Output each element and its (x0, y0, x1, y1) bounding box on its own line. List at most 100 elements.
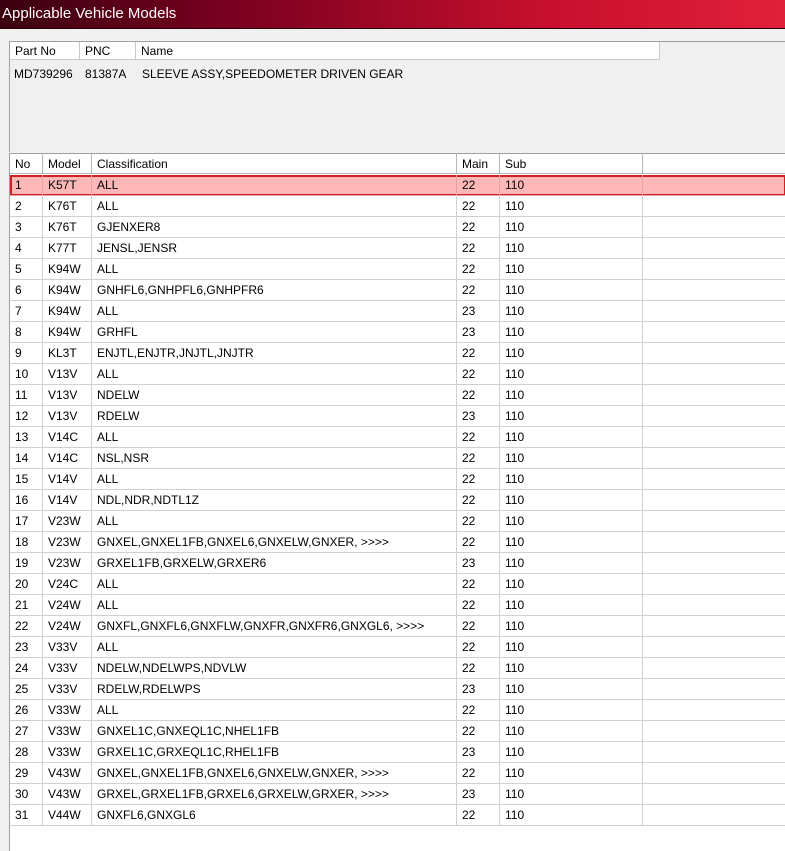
parts-col-part-no[interactable]: Part No (10, 42, 80, 60)
part-no: MD739296 (14, 67, 73, 81)
table-row[interactable]: 19 V23W GRXEL1FB,GRXELW,GRXER6 23 110 (10, 553, 785, 574)
row-main: 22 (457, 805, 500, 826)
row-classification: JENSL,JENSR (92, 238, 457, 259)
row-filler (643, 196, 785, 217)
table-row[interactable]: 8 K94W GRHFL 23 110 (10, 322, 785, 343)
row-model: V44W (43, 805, 92, 826)
row-model: V13V (43, 364, 92, 385)
parts-col-name[interactable]: Name (136, 42, 660, 60)
row-classification: ALL (92, 259, 457, 280)
table-row[interactable]: 3 K76T GJENXER8 22 110 (10, 217, 785, 238)
row-model: V33W (43, 721, 92, 742)
table-row[interactable]: 30 V43W GRXEL,GRXEL1FB,GRXEL6,GRXELW,GRXER… (10, 784, 785, 805)
col-header-main[interactable]: Main (457, 154, 500, 174)
row-sub: 110 (500, 217, 643, 238)
table-row[interactable]: 10 V13V ALL 22 110 (10, 364, 785, 385)
row-sub: 110 (500, 742, 643, 763)
table-row[interactable]: 1 K57T ALL 22 110 (10, 175, 785, 196)
row-classification: GJENXER8 (92, 217, 457, 238)
row-classification: GNXEL1C,GNXEQL1C,NHEL1FB (92, 721, 457, 742)
row-no: 18 (10, 532, 43, 553)
table-row[interactable]: 22 V24W GNXFL,GNXFL6,GNXFLW,GNXFR,GNXFR6,G… (10, 616, 785, 637)
row-no: 17 (10, 511, 43, 532)
table-row[interactable]: 25 V33V RDELW,RDELWPS 23 110 (10, 679, 785, 700)
table-row[interactable]: 9 KL3T ENJTL,ENJTR,JNJTL,JNJTR 22 110 (10, 343, 785, 364)
row-sub: 110 (500, 364, 643, 385)
table-row[interactable]: 23 V33V ALL 22 110 (10, 637, 785, 658)
row-filler (643, 532, 785, 553)
table-row[interactable]: 14 V14C NSL,NSR 22 110 (10, 448, 785, 469)
row-model: K94W (43, 280, 92, 301)
table-row[interactable]: 11 V13V NDELW 22 110 (10, 385, 785, 406)
col-header-sub[interactable]: Sub (500, 154, 643, 174)
row-no: 9 (10, 343, 43, 364)
models-table-body: 1 K57T ALL 22 110 2 K76T ALL 22 110 3 K76T GJENXER8 2… (10, 175, 785, 826)
table-row[interactable]: 4 K77T JENSL,JENSR 22 110 (10, 238, 785, 259)
table-row[interactable]: 18 V23W GNXEL,GNXEL1FB,GNXEL6,GNXELW,GNXER… (10, 532, 785, 553)
row-main: 22 (457, 637, 500, 658)
row-filler (643, 658, 785, 679)
row-classification: ALL (92, 574, 457, 595)
row-main: 22 (457, 448, 500, 469)
row-sub: 110 (500, 805, 643, 826)
table-row[interactable]: 20 V24C ALL 22 110 (10, 574, 785, 595)
row-classification: ALL (92, 511, 457, 532)
row-classification: ALL (92, 175, 457, 196)
window-title: Applicable Vehicle Models (2, 5, 177, 22)
col-header-model[interactable]: Model (43, 154, 92, 174)
row-model: V23W (43, 511, 92, 532)
row-no: 8 (10, 322, 43, 343)
table-row[interactable]: 7 K94W ALL 23 110 (10, 301, 785, 322)
parts-col-pnc[interactable]: PNC (80, 42, 136, 60)
row-filler (643, 364, 785, 385)
row-filler (643, 490, 785, 511)
table-row[interactable]: 31 V44W GNXFL6,GNXGL6 22 110 (10, 805, 785, 826)
window-title-bar[interactable]: Applicable Vehicle Models (0, 0, 785, 29)
table-row[interactable]: 26 V33W ALL 22 110 (10, 700, 785, 721)
row-model: V14C (43, 448, 92, 469)
table-row[interactable]: 5 K94W ALL 22 110 (10, 259, 785, 280)
table-row[interactable]: 29 V43W GNXEL,GNXEL1FB,GNXEL6,GNXELW,GNXER… (10, 763, 785, 784)
row-main: 22 (457, 700, 500, 721)
table-row[interactable]: 21 V24W ALL 22 110 (10, 595, 785, 616)
table-row[interactable]: 12 V13V RDELW 23 110 (10, 406, 785, 427)
row-sub: 110 (500, 532, 643, 553)
row-classification: GRXEL,GRXEL1FB,GRXEL6,GRXELW,GRXER, >>>> (92, 784, 457, 805)
row-main: 22 (457, 616, 500, 637)
table-row[interactable]: 24 V33V NDELW,NDELWPS,NDVLW 22 110 (10, 658, 785, 679)
row-sub: 110 (500, 553, 643, 574)
table-row[interactable]: 17 V23W ALL 22 110 (10, 511, 785, 532)
row-no: 27 (10, 721, 43, 742)
row-main: 22 (457, 364, 500, 385)
table-row[interactable]: 2 K76T ALL 22 110 (10, 196, 785, 217)
row-classification: ALL (92, 595, 457, 616)
table-row[interactable]: 13 V14C ALL 22 110 (10, 427, 785, 448)
parts-row[interactable]: MD739296 81387A SLEEVE ASSY,SPEEDOMETER … (10, 65, 785, 83)
row-main: 23 (457, 784, 500, 805)
row-main: 22 (457, 259, 500, 280)
row-no: 16 (10, 490, 43, 511)
row-classification: RDELW,RDELWPS (92, 679, 457, 700)
row-main: 23 (457, 322, 500, 343)
col-header-no[interactable]: No (10, 154, 43, 174)
row-classification: GNXEL,GNXEL1FB,GNXEL6,GNXELW,GNXER, >>>> (92, 532, 457, 553)
col-header-classification[interactable]: Classification (92, 154, 457, 174)
row-classification: GNXEL,GNXEL1FB,GNXEL6,GNXELW,GNXER, >>>> (92, 763, 457, 784)
row-no: 21 (10, 595, 43, 616)
row-filler (643, 595, 785, 616)
row-classification: NDELW,NDELWPS,NDVLW (92, 658, 457, 679)
row-no: 13 (10, 427, 43, 448)
row-model: K94W (43, 322, 92, 343)
table-row[interactable]: 16 V14V NDL,NDR,NDTL1Z 22 110 (10, 490, 785, 511)
row-main: 23 (457, 301, 500, 322)
row-main: 23 (457, 406, 500, 427)
row-main: 23 (457, 553, 500, 574)
row-classification: NDELW (92, 385, 457, 406)
row-no: 2 (10, 196, 43, 217)
table-row[interactable]: 28 V33W GRXEL1C,GRXEQL1C,RHEL1FB 23 110 (10, 742, 785, 763)
row-sub: 110 (500, 448, 643, 469)
table-row[interactable]: 15 V14V ALL 22 110 (10, 469, 785, 490)
table-row[interactable]: 27 V33W GNXEL1C,GNXEQL1C,NHEL1FB 22 110 (10, 721, 785, 742)
row-no: 3 (10, 217, 43, 238)
table-row[interactable]: 6 K94W GNHFL6,GNHPFL6,GNHPFR6 22 110 (10, 280, 785, 301)
